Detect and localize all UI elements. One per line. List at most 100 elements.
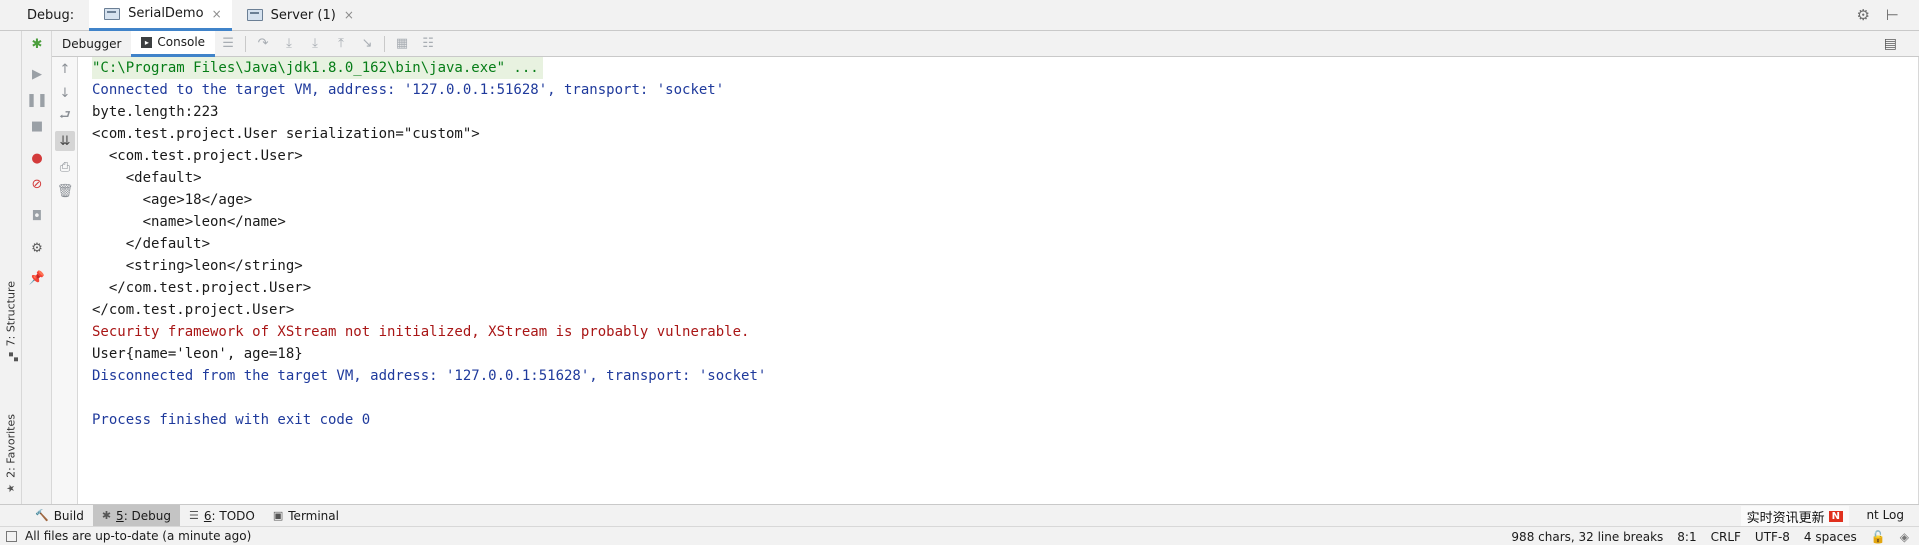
tab-label: Server (1) [270,7,336,23]
debug-tool-header: Debug: SerialDemo × Server (1) × ⚙ ⊢ [0,0,1919,31]
console-line: "C:\Program Files\Java\jdk1.8.0_162\bin\… [92,57,543,79]
console-line: Connected to the target VM, address: '12… [92,82,725,98]
news-badge: N [1828,510,1843,522]
run-config-icon [104,7,121,20]
down-arrow-icon[interactable]: ↓ [55,83,75,103]
ide-window: Debug: SerialDemo × Server (1) × ⚙ ⊢ 7: … [0,0,1919,545]
console-tab-label: Console [157,35,206,49]
settings-icon[interactable]: ⚙ [28,239,46,257]
line-separator[interactable]: CRLF [1711,530,1741,544]
event-log-tab[interactable]: nt Log [1866,508,1904,522]
pin-icon[interactable]: 📌 [28,269,46,287]
pause-icon[interactable]: ❚❚ [26,91,48,109]
toolbar-divider [245,35,247,52]
todo-num: 6 [203,508,212,523]
console-line: <string>leon</string> [92,258,303,274]
console-line: <com.test.project.User> [92,148,303,164]
evaluate-expression-icon[interactable]: ▦ [389,31,415,57]
up-arrow-icon[interactable]: ↑ [55,59,75,79]
force-step-into-icon[interactable]: ⤓ [302,31,328,57]
tab-server[interactable]: Server (1) × [232,0,364,31]
debug-num: 5 [116,508,124,523]
tool-window-bar: 🔨 Build ✱ 5: Debug ☰ 6: TODO ▣ Terminal … [0,504,1919,527]
view-breakpoints-icon[interactable]: ● [28,149,46,167]
list-icon: ☰ [189,509,199,522]
news-popup[interactable]: 实时资讯更新 N [1740,506,1849,526]
run-to-cursor-icon[interactable]: ↘ [354,31,380,57]
status-message[interactable]: All files are up-to-date (a minute ago) [25,529,251,543]
terminal-label: Terminal [288,508,339,523]
console-line: Disconnected from the target VM, address… [92,368,767,384]
console-line: <name>leon</name> [92,214,286,230]
file-encoding[interactable]: UTF-8 [1755,530,1790,544]
lock-icon[interactable]: 🔓 [1871,530,1886,544]
status-widgets: 988 chars, 32 line breaks 8:1 CRLF UTF-8… [1511,527,1909,545]
tab-debugger[interactable]: Debugger [52,31,131,57]
caret-position[interactable]: 8:1 [1677,530,1696,544]
console-line: <default> [92,170,202,186]
debug-actions-toolbar: ✱ ▶ ❚❚ ■ ● ⊘ ◘ ⚙ 📌 [22,31,52,504]
notifications-icon[interactable]: ◈ [1900,530,1909,544]
tab-serialdemo[interactable]: SerialDemo × [89,0,232,31]
left-tool-strip: 7: Structure ★ 2: Favorites [0,31,22,504]
bug-icon[interactable]: ✱ [28,35,46,53]
step-out-icon[interactable]: ⤒ [328,31,354,57]
terminal-icon: ▣ [272,509,284,522]
toolbar-divider [384,35,386,52]
tab-label: SerialDemo [128,6,204,21]
debug-label: Debug: [27,7,75,23]
char-count: 988 chars, 32 line breaks [1511,529,1664,544]
tab-console[interactable]: ▸ Console [131,30,216,57]
soft-wrap-icon[interactable]: ⮐ [55,107,75,127]
console-line: </default> [92,236,211,252]
show-frames-icon[interactable]: ☰ [215,31,241,57]
structure-label: 7: Structure [4,281,18,347]
bug-icon: ✱ [101,509,112,522]
tool-todo[interactable]: ☰ 6: TODO [180,505,264,527]
console-line: Process finished with exit code 0 [92,412,371,428]
star-icon: ★ [6,482,17,494]
stop-icon[interactable]: ■ [28,117,46,135]
status-message-area: All files are up-to-date (a minute ago) [6,529,251,543]
console-line: User{name='leon', age=18} [92,346,303,362]
structure-tool-tab[interactable]: 7: Structure [2,281,20,362]
resume-icon[interactable]: ▶ [28,65,46,83]
console-line: <age>18</age> [92,192,253,208]
header-actions: ⚙ ⊢ [1856,6,1899,24]
status-bar: All files are up-to-date (a minute ago) … [0,526,1919,545]
camera-icon[interactable]: ◘ [28,207,46,225]
tool-terminal[interactable]: ▣ Terminal [264,505,348,527]
news-text: 实时资讯更新 [1746,510,1825,526]
close-icon[interactable]: × [212,7,222,21]
console-icon: ▸ [141,36,153,48]
console-line: byte.length:223 [92,104,219,120]
debug-subtabs: Debugger ▸ Console ☰ ↷ ⤓ ⤓ ⤒ ↘ ▦ ☷ ▤ [52,30,1919,57]
favorites-tool-tab[interactable]: ★ 2: Favorites [2,414,20,494]
run-config-icon [246,9,263,21]
minimize-icon[interactable]: ⊢ [1886,6,1899,24]
console-line: </com.test.project.User> [92,302,295,318]
gear-icon[interactable]: ⚙ [1856,6,1869,24]
trace-icon[interactable]: ☷ [415,31,441,57]
tool-debug[interactable]: ✱ 5: Debug [92,504,181,527]
trash-icon[interactable]: 🗑 [55,181,75,201]
close-icon[interactable]: × [344,8,354,22]
structure-icon [6,351,18,362]
tool-windows-toggle-icon[interactable] [6,530,17,542]
print-icon[interactable]: ⎙ [55,157,75,177]
console-actions: ↑ ↓ ⮐ ⇊ ⎙ 🗑 [52,57,78,504]
tool-build[interactable]: 🔨 Build [26,505,93,527]
step-over-icon[interactable]: ↷ [250,31,276,57]
todo-label: : TODO [211,508,255,523]
console-line: <com.test.project.User serialization="cu… [92,126,480,142]
console-output[interactable]: "C:\Program Files\Java\jdk1.8.0_162\bin\… [78,57,1919,504]
console-line: </com.test.project.User> [92,280,312,296]
favorites-label: 2: Favorites [4,414,18,478]
build-label: Build [53,508,84,523]
layout-settings-icon[interactable]: ▤ [1884,36,1897,52]
scroll-to-end-icon[interactable]: ⇊ [55,131,75,151]
mute-breakpoints-icon[interactable]: ⊘ [28,175,46,193]
debug-label: : Debug [123,508,172,523]
indent-setting[interactable]: 4 spaces [1804,530,1857,544]
step-into-icon[interactable]: ⤓ [276,31,302,57]
